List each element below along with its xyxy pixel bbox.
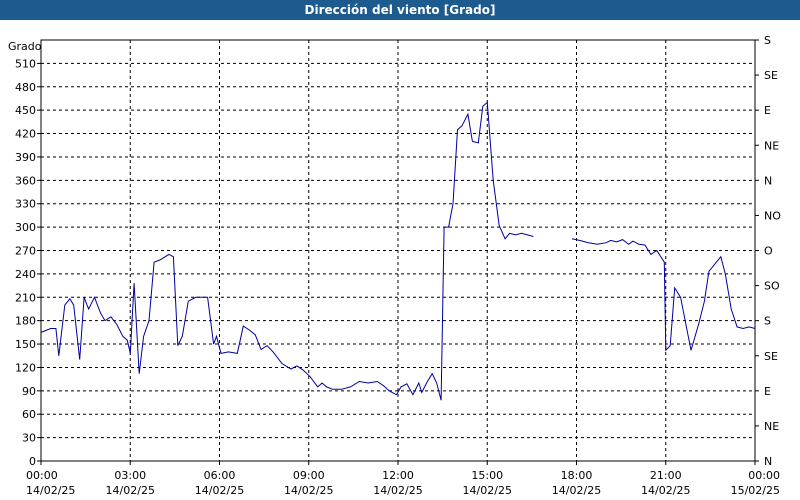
y-tick-label: 0 [29, 455, 36, 468]
x-tick-time-label: 18:00 [561, 469, 593, 482]
x-tick-time-label: 15:00 [471, 469, 503, 482]
y-tick-label: 450 [15, 104, 36, 117]
right-tick-label: SE [764, 69, 778, 82]
x-tick-time-label: 03:00 [114, 469, 146, 482]
right-axis-ticks: N NE E SE S SO O NO N NE E SE S [755, 34, 781, 468]
x-tick-time-label: 12:00 [382, 469, 414, 482]
series-line-segment [40, 101, 534, 401]
x-tick-time-label: 21:00 [650, 469, 682, 482]
y-tick-label: 390 [15, 151, 36, 164]
y-tick-label: 180 [15, 315, 36, 328]
y-tick-label: 300 [15, 221, 36, 234]
x-tick-date-label: 14/02/25 [195, 484, 244, 497]
x-tick-date-label: 14/02/25 [106, 484, 155, 497]
right-tick-label: E [764, 104, 771, 117]
right-tick-label: NE [764, 420, 779, 433]
right-tick-label: S [764, 315, 771, 328]
y-tick-label: 120 [15, 361, 36, 374]
x-axis-ticks: 00:00 14/02/25 03:00 14/02/25 06:00 14/02/25 0… [26, 461, 780, 497]
x-tick-date-label: 14/02/25 [552, 484, 601, 497]
x-tick-date-label: 14/02/25 [641, 484, 690, 497]
right-tick-label: E [764, 385, 771, 398]
x-tick-time-label: 06:00 [204, 469, 236, 482]
series-line-segment [571, 238, 756, 352]
right-tick-label: O [764, 245, 773, 258]
right-tick-label: N [764, 174, 772, 187]
y-tick-label: 360 [15, 174, 36, 187]
y-tick-label: 270 [15, 245, 36, 258]
y-tick-label: 30 [22, 432, 36, 445]
x-tick-date-label: 14/02/25 [26, 484, 75, 497]
y-tick-label: 90 [22, 385, 36, 398]
y-tick-label: 510 [15, 57, 36, 70]
right-tick-label: NE [764, 139, 779, 152]
x-tick-time-label: 00:00 [748, 469, 780, 482]
x-tick-date-label: 14/02/25 [373, 484, 422, 497]
right-tick-label: S [764, 34, 771, 47]
x-tick-date-label: 15/02/25 [731, 484, 780, 497]
y-tick-label: 150 [15, 338, 36, 351]
chart-svg: Grado 0 30 60 90 120 150 180 210 240 270 300 330 360… [8, 34, 781, 497]
y-tick-label: 240 [15, 268, 36, 281]
y-tick-label: 330 [15, 198, 36, 211]
x-tick-date-label: 14/02/25 [284, 484, 333, 497]
y-axis-label: Grado [8, 40, 42, 53]
right-tick-label: SO [764, 280, 780, 293]
y-tick-label: 420 [15, 128, 36, 141]
y-axis-ticks: 0 30 60 90 120 150 180 210 240 270 300 330 360 390 420… [15, 57, 41, 468]
right-tick-label: SE [764, 350, 778, 363]
y-tick-label: 210 [15, 291, 36, 304]
y-tick-label: 60 [22, 408, 36, 421]
y-tick-label: 480 [15, 81, 36, 94]
x-tick-time-label: 09:00 [293, 469, 325, 482]
x-tick-date-label: 14/02/25 [463, 484, 512, 497]
right-tick-label: NO [764, 209, 781, 222]
right-tick-label: N [764, 455, 772, 468]
x-tick-time-label: 00:00 [26, 469, 58, 482]
